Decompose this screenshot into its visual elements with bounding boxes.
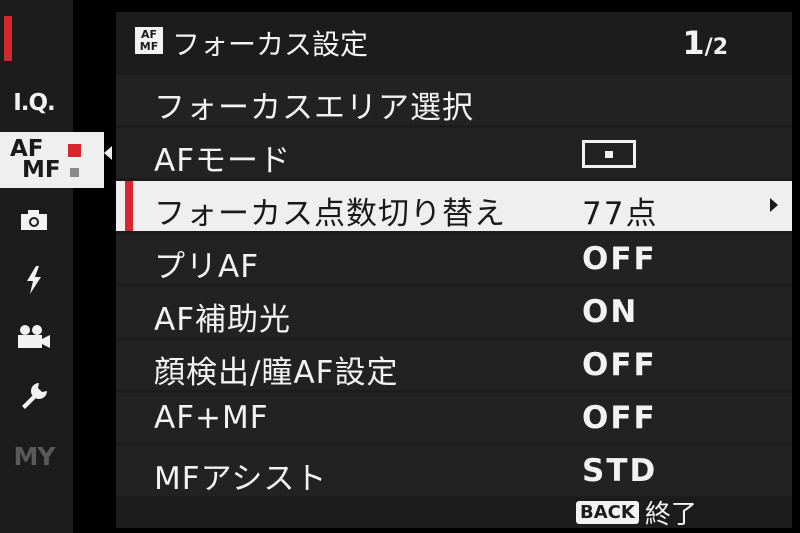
sidebar-item-image-quality-label: I.Q. xyxy=(13,90,56,116)
sidebar-item-setup[interactable] xyxy=(4,372,64,420)
active-tab-pointer-icon xyxy=(104,146,112,160)
menu-footer: BACK 終了 xyxy=(576,494,697,531)
active-page-marker xyxy=(67,143,81,157)
menu-row-pre-af[interactable]: プリAF OFF xyxy=(116,234,792,285)
badge-mf-text: MF xyxy=(139,39,159,53)
back-button[interactable]: BACK xyxy=(576,501,639,524)
chevron-right-icon xyxy=(770,198,778,212)
menu-row-focus-area[interactable]: フォーカスエリア選択 xyxy=(116,75,792,126)
page-indicator: 1/2 xyxy=(682,24,728,62)
menu-row-label: フォーカス点数切り替え xyxy=(154,196,506,232)
sidebar-item-flash[interactable] xyxy=(4,256,64,304)
menu-row-label: プリAF xyxy=(154,249,260,285)
page-total: /2 xyxy=(704,35,728,60)
menu-row-value: OFF xyxy=(582,241,657,277)
selection-marker xyxy=(125,181,133,231)
af-mf-badge-icon: AF MF xyxy=(135,27,163,54)
menu-row-af-illuminator[interactable]: AF補助光 ON xyxy=(116,287,792,338)
sidebar-item-shooting[interactable] xyxy=(4,196,64,244)
sidebar-item-image-quality[interactable]: I.Q. xyxy=(4,79,64,127)
menu-row-label: 顔検出/瞳AF設定 xyxy=(154,355,399,391)
inactive-page-marker xyxy=(69,167,79,177)
flash-icon xyxy=(27,266,41,294)
menu-row-label: フォーカスエリア選択 xyxy=(154,90,474,126)
single-point-af-icon xyxy=(582,140,636,168)
sidebar-item-af-mf[interactable]: AF MF xyxy=(0,132,104,188)
page-title: フォーカス設定 xyxy=(172,28,369,61)
menu-panel: AF MF フォーカス設定 1/2 フォーカスエリア選択 AFモード フォーカス… xyxy=(116,12,792,531)
badge-af-text: AF xyxy=(140,27,158,41)
menu-row-value: STD xyxy=(582,453,658,489)
menu-row-mf-assist[interactable]: MFアシスト STD xyxy=(116,446,792,497)
menu-row-label: AFモード xyxy=(154,143,292,179)
menu-row-value: OFF xyxy=(582,400,657,436)
wrench-icon xyxy=(22,383,47,409)
menu-header: AF MF フォーカス設定 1/2 xyxy=(116,12,792,70)
menu-row-af-plus-mf[interactable]: AF+MF OFF xyxy=(116,393,792,443)
menu-row-label: AF補助光 xyxy=(154,302,292,338)
menu-row-value: ON xyxy=(582,294,639,330)
sidebar-item-my-menu[interactable]: MY xyxy=(4,432,64,480)
sidebar-item-mf-label: MF xyxy=(22,157,61,183)
menu-row-label: MFアシスト xyxy=(154,461,328,497)
sidebar: I.Q. AF MF MY xyxy=(0,0,112,533)
sidebar-item-movie[interactable] xyxy=(4,313,64,361)
menu-row-value: 77点 xyxy=(582,196,659,232)
menu-row-face-eye-detection[interactable]: 顔検出/瞳AF設定 OFF xyxy=(116,340,792,391)
page-current: 1 xyxy=(682,24,705,62)
camera-icon xyxy=(21,210,47,230)
menu-row-focus-points[interactable]: フォーカス点数切り替え 77点 xyxy=(116,181,792,232)
movie-camera-icon xyxy=(18,325,50,348)
sidebar-item-my-menu-label: MY xyxy=(13,441,56,471)
sidebar-accent xyxy=(4,16,12,61)
menu-row-af-mode[interactable]: AFモード xyxy=(116,128,792,179)
menu-row-value: OFF xyxy=(582,347,657,383)
menu-row-label: AF+MF xyxy=(154,400,269,436)
menu-list: フォーカスエリア選択 AFモード フォーカス点数切り替え 77点 プリAF OF… xyxy=(116,75,792,499)
back-button-label: 終了 xyxy=(644,500,697,530)
